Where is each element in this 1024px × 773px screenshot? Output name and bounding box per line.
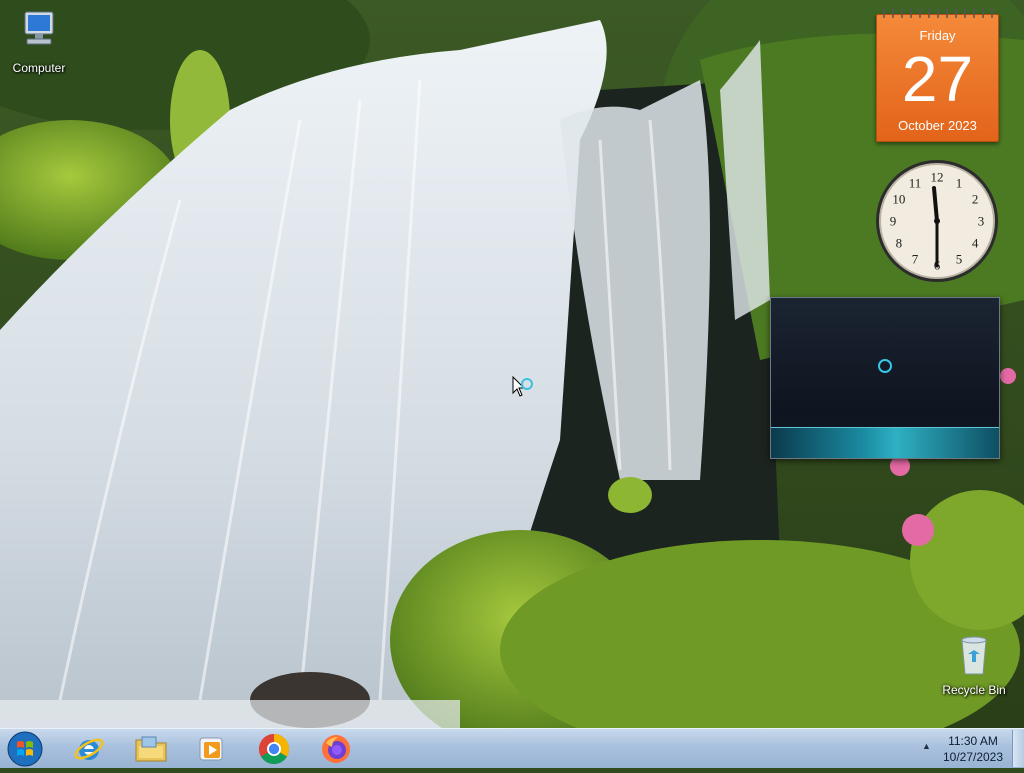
clock-numeral: 1 (956, 175, 963, 190)
media-player-icon (199, 737, 223, 761)
firefox-icon (322, 735, 350, 763)
start-button[interactable] (4, 730, 46, 768)
taskbar-clock[interactable]: 11:30 AM 10/27/2023 (940, 733, 1006, 765)
desktop-icon-recycle-bin[interactable]: Recycle Bin (938, 632, 1010, 697)
calendar-day: 27 (901, 43, 974, 115)
media-gadget-bar (771, 427, 999, 458)
desktop-icon-label: Recycle Bin (942, 683, 1006, 697)
calendar-rings (883, 8, 993, 18)
taskbar-date: 10/27/2023 (942, 750, 1004, 764)
clock-numeral: 11 (909, 175, 922, 190)
clock-numeral: 12 (931, 170, 944, 185)
internet-explorer-icon (74, 738, 104, 760)
busy-cursor-icon (512, 376, 533, 397)
folder-icon (135, 736, 167, 762)
taskbar-media-player[interactable] (186, 731, 238, 767)
clock-gadget[interactable]: 121234567891011 (874, 158, 1000, 284)
recycle-bin-icon (938, 632, 1010, 681)
chrome-icon (258, 734, 290, 765)
clock-numeral: 4 (972, 236, 979, 251)
clock-numeral: 8 (896, 236, 903, 251)
clock-numeral: 9 (890, 214, 897, 229)
taskbar-firefox[interactable] (310, 731, 362, 767)
calendar-weekday: Friday (919, 28, 956, 43)
taskbar: ▲ 11:30 AM 10/27/2023 (0, 728, 1024, 768)
media-gadget[interactable] (770, 297, 1000, 459)
desktop[interactable]: Computer Recycle Bin Friday 27 October 2… (0, 0, 1024, 728)
windows-logo-icon (7, 731, 43, 767)
desktop-icon-label: Computer (12, 61, 66, 75)
calendar-gadget[interactable]: Friday 27 October 2023 (876, 8, 999, 142)
taskbar-file-explorer[interactable] (125, 731, 177, 767)
show-desktop-button[interactable] (1012, 730, 1024, 767)
desktop-icon-computer[interactable]: Computer (3, 8, 75, 75)
taskbar-time: 11:30 AM (948, 734, 998, 748)
calendar-month-year: October 2023 (898, 118, 977, 133)
clock-numeral: 10 (892, 192, 905, 207)
clock-numeral: 7 (912, 252, 919, 267)
taskbar-chrome[interactable] (248, 731, 300, 767)
show-hidden-icons-button[interactable]: ▲ (922, 741, 931, 751)
clock-numeral: 5 (956, 252, 963, 267)
clock-numeral: 2 (972, 192, 979, 207)
clock-numeral: 3 (978, 214, 985, 229)
loading-spinner-icon (878, 359, 892, 373)
computer-icon (3, 8, 75, 59)
taskbar-internet-explorer[interactable] (63, 731, 115, 767)
